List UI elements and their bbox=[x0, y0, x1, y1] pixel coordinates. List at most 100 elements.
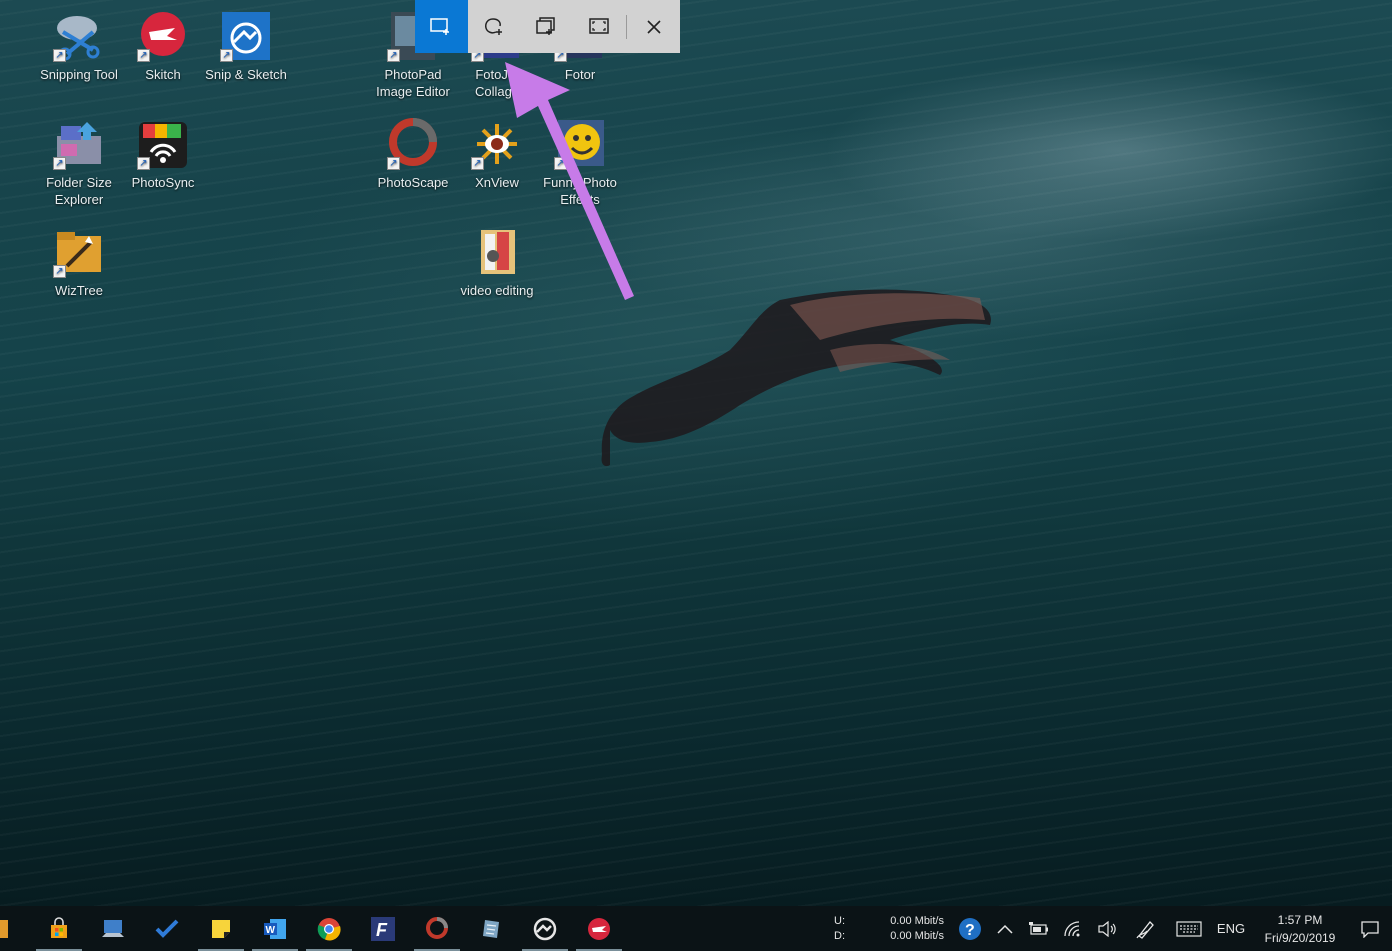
help-button[interactable]: ? bbox=[952, 906, 988, 951]
svg-text:W: W bbox=[266, 925, 276, 936]
desktop-icon-folder-size-explorer[interactable]: ↗ Folder Size Explorer bbox=[37, 118, 121, 208]
rectangular-snip-button[interactable] bbox=[415, 0, 468, 53]
window-snip-icon bbox=[536, 16, 555, 35]
desktop-icon-label: XnView bbox=[475, 175, 519, 190]
photoscape-icon: ↗ bbox=[387, 118, 439, 170]
photoscape-icon bbox=[426, 916, 448, 939]
input-language-button[interactable]: ENG bbox=[1210, 906, 1252, 951]
taskbar: W F U: D: 0.00 Mbit/s 0.00 Mbit/s ? ENG … bbox=[0, 906, 1392, 951]
desktop-wallpaper: ↗ Snipping Tool ↗ Skitch ↗ Snip & Sketch… bbox=[0, 0, 1392, 906]
taskbar-chrome[interactable] bbox=[302, 906, 356, 951]
sticky-notes-icon bbox=[212, 919, 230, 938]
taskbar-fotor[interactable]: F bbox=[356, 906, 410, 951]
chevron-up-icon bbox=[997, 924, 1013, 934]
snip-sketch-icon bbox=[533, 917, 557, 940]
svg-text:F: F bbox=[376, 920, 388, 940]
taskbar-sticky-notes[interactable] bbox=[194, 906, 248, 951]
taskbar-microsoft-store[interactable] bbox=[32, 906, 86, 951]
taskbar-todo[interactable] bbox=[140, 906, 194, 951]
action-center-icon bbox=[1361, 920, 1379, 938]
snip-toolbar bbox=[415, 0, 680, 53]
touch-keyboard-button[interactable] bbox=[1168, 906, 1210, 951]
action-center-button[interactable] bbox=[1348, 906, 1392, 951]
todo-icon bbox=[155, 919, 179, 938]
svg-text:?: ? bbox=[965, 922, 975, 939]
remote-desktop-icon bbox=[102, 919, 124, 937]
net-speed-labels: U: D: bbox=[834, 906, 874, 951]
skitch-icon bbox=[588, 917, 610, 940]
desktop-icon-label: FotoJet Collage bbox=[474, 67, 520, 99]
skitch-icon: ↗ bbox=[137, 10, 189, 62]
swimmer-image bbox=[601, 289, 991, 467]
fullscreen-snip-icon bbox=[589, 17, 609, 34]
wifi-button[interactable] bbox=[1056, 906, 1090, 951]
word-icon: W bbox=[264, 918, 286, 939]
volume-button[interactable] bbox=[1090, 906, 1124, 951]
xnview-icon: ↗ bbox=[471, 118, 523, 170]
photosync-icon: ↗ bbox=[137, 118, 189, 170]
desktop-icon-snipping-tool[interactable]: ↗ Snipping Tool bbox=[37, 10, 121, 83]
desktop-icon-snip-sketch[interactable]: ↗ Snip & Sketch bbox=[204, 10, 288, 83]
net-speed-meter[interactable]: 0.00 Mbit/s 0.00 Mbit/s bbox=[874, 906, 952, 951]
funny-photo-effects-icon: ↗ bbox=[554, 118, 606, 170]
taskbar-notepad[interactable] bbox=[464, 906, 518, 951]
window-snip-button[interactable] bbox=[521, 0, 574, 53]
freeform-snip-button[interactable] bbox=[468, 0, 521, 53]
battery-button[interactable] bbox=[1022, 906, 1056, 951]
snipping-tool-icon: ↗ bbox=[53, 10, 105, 62]
desktop-icon-label: PhotoSync bbox=[131, 175, 195, 190]
upload-label: U: bbox=[834, 914, 845, 927]
desktop-icon-xnview[interactable]: ↗ XnView bbox=[455, 118, 539, 191]
rectangular-snip-icon bbox=[430, 17, 450, 35]
folder-icon bbox=[471, 226, 523, 278]
desktop-icon-label: Snip & Sketch bbox=[205, 67, 287, 82]
desktop-icon-label: video editing bbox=[460, 283, 534, 298]
desktop-icon-label: Funny Photo Effects bbox=[543, 175, 617, 207]
language-indicator: ENG bbox=[1216, 921, 1246, 936]
desktop-icon-label: WizTree bbox=[55, 283, 103, 298]
battery-icon bbox=[1029, 921, 1048, 935]
desktop-icon-funny-photo-effects[interactable]: ↗ Funny Photo Effects bbox=[538, 118, 622, 208]
pen-workspace-button[interactable] bbox=[1124, 906, 1168, 951]
notepad-icon bbox=[483, 919, 499, 938]
desktop-icon-label: PhotoPad Image Editor bbox=[376, 67, 450, 99]
clock-button[interactable]: 1:57 PM Fri/9/20/2019 bbox=[1252, 906, 1348, 951]
freeform-snip-icon bbox=[485, 17, 503, 35]
desktop-icon-skitch[interactable]: ↗ Skitch bbox=[121, 10, 205, 83]
clock-date: Fri/9/20/2019 bbox=[1264, 930, 1336, 945]
taskbar-skitch[interactable] bbox=[572, 906, 626, 951]
download-speed: 0.00 Mbit/s bbox=[890, 929, 944, 942]
desktop-icon-photoscape[interactable]: ↗ PhotoScape bbox=[371, 118, 455, 191]
desktop-icon-photosync[interactable]: ↗ PhotoSync bbox=[121, 118, 205, 191]
desktop-icon-label: PhotoScape bbox=[377, 175, 449, 190]
desktop-icon-video-editing-folder[interactable]: video editing bbox=[455, 226, 539, 299]
wifi-icon bbox=[1064, 920, 1080, 936]
fotor-f-icon: F bbox=[371, 916, 395, 941]
download-label: D: bbox=[834, 929, 845, 942]
desktop-icon-label: Folder Size Explorer bbox=[46, 175, 112, 207]
close-icon bbox=[647, 19, 661, 34]
snip-sketch-icon: ↗ bbox=[220, 10, 272, 62]
pen-icon bbox=[1136, 920, 1154, 939]
system-tray: U: D: 0.00 Mbit/s 0.00 Mbit/s ? ENG 1:57… bbox=[834, 906, 1392, 951]
desktop-icon-label: Snipping Tool bbox=[40, 67, 118, 82]
upload-speed: 0.00 Mbit/s bbox=[890, 914, 944, 927]
desktop-icon-wiztree[interactable]: ↗ WizTree bbox=[37, 226, 121, 299]
taskbar-word[interactable]: W bbox=[248, 906, 302, 951]
close-snip-button[interactable] bbox=[627, 0, 680, 53]
taskbar-photoscape[interactable] bbox=[410, 906, 464, 951]
desktop-icon-label: Fotor bbox=[564, 67, 596, 82]
show-hidden-icons-button[interactable] bbox=[988, 906, 1022, 951]
desktop-icon-label: Skitch bbox=[145, 67, 181, 82]
taskbar-snip-sketch[interactable] bbox=[518, 906, 572, 951]
microsoft-store-icon bbox=[51, 916, 67, 938]
folder-size-explorer-icon: ↗ bbox=[53, 118, 105, 170]
clock-time: 1:57 PM bbox=[1277, 912, 1323, 927]
wiztree-icon: ↗ bbox=[53, 226, 105, 278]
taskbar-remote-desktop[interactable] bbox=[86, 906, 140, 951]
chrome-icon bbox=[317, 917, 341, 940]
fullscreen-snip-button[interactable] bbox=[573, 0, 626, 53]
keyboard-icon bbox=[1176, 920, 1202, 937]
taskbar-edge bbox=[0, 906, 10, 951]
volume-icon bbox=[1098, 920, 1116, 937]
